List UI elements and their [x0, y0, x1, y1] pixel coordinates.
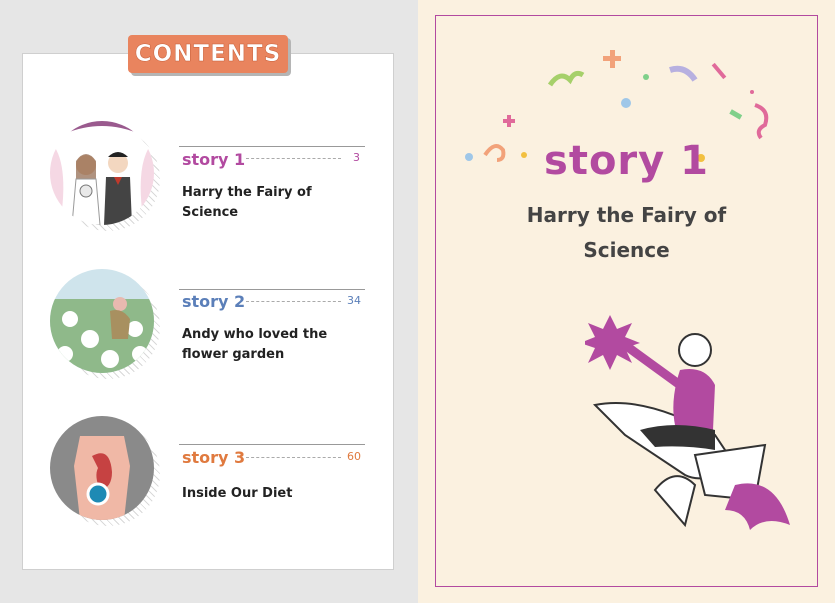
story-2-thumbnail[interactable]	[50, 269, 154, 373]
story-3-thumbnail[interactable]	[50, 416, 154, 520]
feature-subtitle: Harry the Fairy of Science	[526, 203, 727, 262]
story-1-dash-rule	[246, 158, 341, 159]
story-1-page: 3	[353, 151, 360, 164]
story-2-description: Andy who loved the flower garden	[182, 327, 328, 362]
story-1-top-rule	[179, 146, 365, 147]
story-3-top-rule	[179, 444, 365, 445]
story-1-thumbnail[interactable]	[50, 121, 154, 225]
story-2-title[interactable]: story 2	[182, 292, 245, 311]
contents-badge: CONTENTS	[128, 35, 288, 73]
story-3-title[interactable]: story 3	[182, 448, 245, 467]
feature-title: story 1	[544, 138, 709, 184]
story-3-dash-rule	[246, 457, 341, 458]
contents-label: CONTENTS	[134, 41, 282, 68]
story-3-page: 60	[347, 450, 361, 463]
story-3-description: Inside Our Diet	[182, 486, 293, 501]
story-2-dash-rule	[246, 301, 341, 302]
story-2-page: 34	[347, 294, 361, 307]
story-1-title[interactable]: story 1	[182, 150, 245, 169]
story-1-description: Harry the Fairy of Science	[182, 185, 312, 220]
rocket-boy-illustration	[585, 315, 790, 530]
story-2-top-rule	[179, 289, 365, 290]
